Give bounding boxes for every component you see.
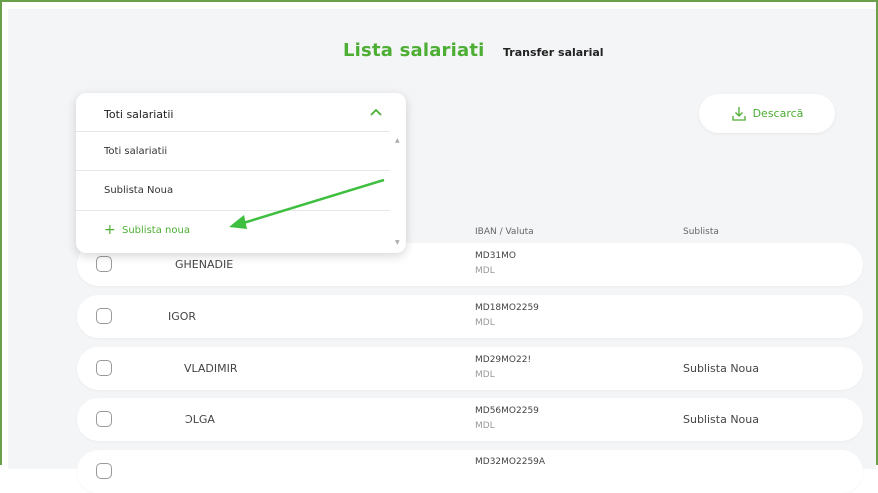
redaction-mask (134, 252, 174, 276)
row-checkbox[interactable] (96, 308, 112, 324)
table-row[interactable]: MD32MO2259A (77, 450, 863, 493)
download-label: Descarcă (752, 107, 804, 120)
table-row[interactable]: ϽLGA MD56MO2259 MDL Sublista Noua (77, 398, 863, 441)
scroll-down-arrow-icon[interactable]: ▼ (395, 239, 400, 246)
employee-name: IGOR (168, 310, 197, 323)
row-checkbox[interactable] (96, 411, 112, 427)
sublist-dropdown[interactable]: Toti salariatii Toti salariatii Sublista… (76, 93, 406, 253)
add-sublist-label: Sublista noua (122, 225, 190, 236)
employee-sublist: Sublista Noua (683, 413, 760, 426)
row-checkbox[interactable] (96, 463, 112, 479)
dropdown-scrollbar[interactable]: ▲ ▼ (392, 131, 404, 253)
redaction-mask (305, 260, 425, 270)
employee-sublist: Sublista Noua (683, 362, 760, 375)
dropdown-selected-value: Toti salariatii (104, 108, 174, 121)
add-sublist-option[interactable]: + Sublista noua (76, 210, 390, 249)
employee-iban: MD32MO2259A (475, 457, 546, 467)
download-icon (731, 106, 746, 121)
employee-iban: MD31MO (475, 251, 516, 261)
dropdown-option[interactable]: Toti salariatii (76, 131, 390, 170)
employee-name: ϽLGA (185, 413, 215, 426)
download-button[interactable]: Descarcă (699, 94, 835, 133)
page-title: Lista salariati (343, 40, 485, 61)
dropdown-option-label: Sublista Noua (104, 185, 174, 196)
employee-currency: MDL (475, 421, 495, 431)
employee-currency: MDL (475, 266, 495, 276)
table-row[interactable]: IGOR MD18MO2259 MDL (77, 295, 863, 338)
dropdown-toggle[interactable]: Toti salariatii (76, 93, 406, 131)
chevron-up-icon[interactable] (370, 108, 382, 116)
dropdown-option[interactable]: Sublista Noua (76, 170, 390, 209)
row-checkbox[interactable] (96, 256, 112, 272)
row-checkbox[interactable] (96, 360, 112, 376)
employee-currency: MDL (475, 318, 495, 328)
employee-name: GHENADIE (175, 258, 234, 271)
column-header-sublist: Sublista (683, 227, 719, 237)
employee-iban: MD18MO2259 (475, 303, 539, 313)
table-row[interactable]: VLADIMIR MD29MO22! MDL Sublista Noua (77, 347, 863, 390)
employee-iban: MD29MO22! (475, 355, 532, 365)
tab-transfer-salarial[interactable]: Transfer salarial (503, 46, 604, 59)
column-header-iban: IBAN / Valuta (475, 227, 534, 237)
employee-iban: MD56MO2259 (475, 406, 539, 416)
plus-icon: + (104, 222, 116, 238)
dropdown-option-label: Toti salariatii (104, 146, 168, 157)
employee-currency: MDL (475, 370, 495, 380)
employee-name: VLADIMIR (184, 362, 238, 375)
dropdown-options: Toti salariatii Sublista Noua + Sublista… (76, 131, 406, 253)
scroll-up-arrow-icon[interactable]: ▲ (395, 137, 400, 144)
